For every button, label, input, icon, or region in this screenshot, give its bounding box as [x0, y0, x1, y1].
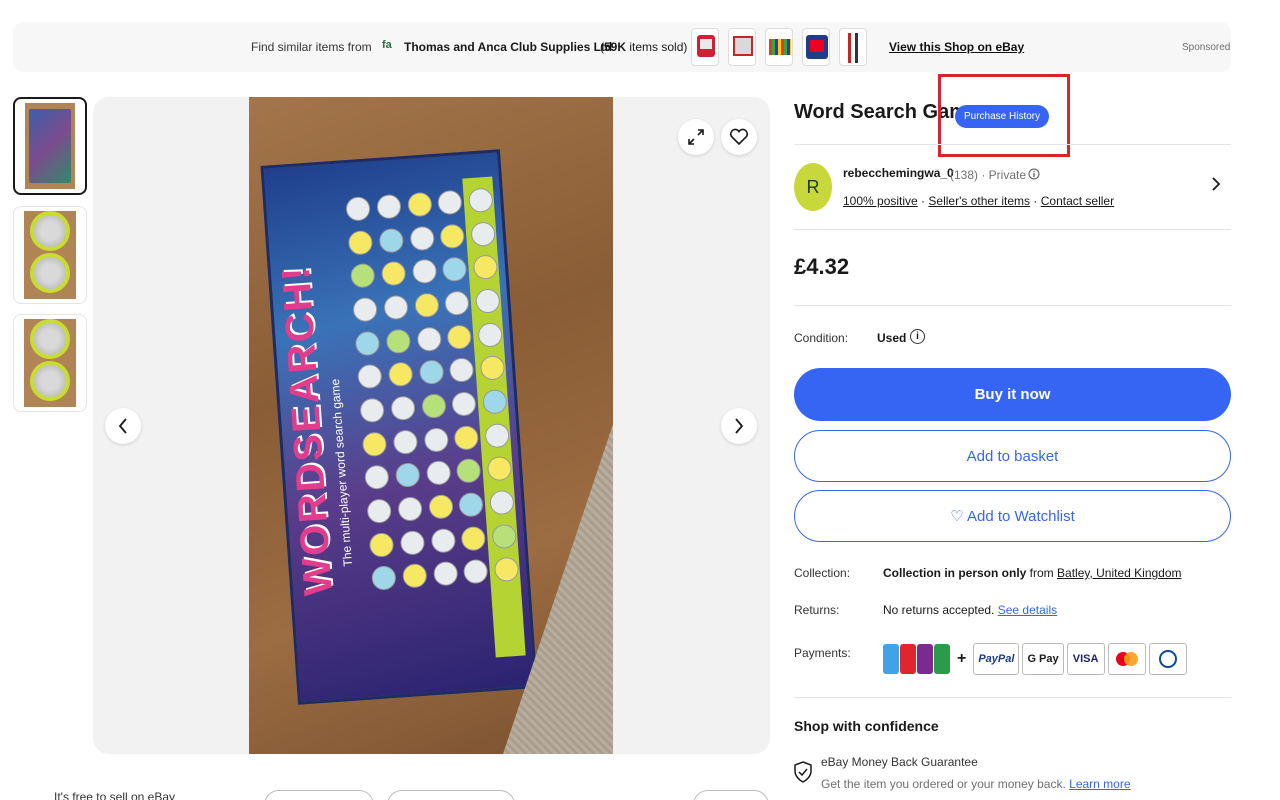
chevron-right-icon — [735, 418, 744, 434]
payments-label: Payments: — [794, 646, 851, 660]
add-to-basket-button[interactable]: Add to basket — [794, 430, 1231, 482]
similar-item-thumbnail[interactable] — [691, 28, 719, 66]
shield-check-icon — [794, 761, 812, 783]
info-icon — [1028, 168, 1040, 180]
seller-links: 100% positive · Seller's other items · C… — [843, 194, 1115, 208]
condition-label: Condition: — [794, 331, 849, 345]
divider — [794, 229, 1231, 230]
money-back-guarantee-title: eBay Money Back Guarantee — [821, 755, 978, 769]
collection-label: Collection: — [794, 566, 851, 580]
positive-feedback-link[interactable]: 100% positive — [843, 194, 918, 208]
expand-image-button[interactable] — [678, 119, 714, 155]
seller-feedback-text: (138) · Private — [950, 168, 1027, 182]
item-price: £4.32 — [794, 254, 850, 279]
google-pay-icon: G Pay — [1022, 643, 1064, 675]
similar-item-thumbnail[interactable] — [839, 28, 867, 66]
collection-value: Collection in person only from Batley, U… — [883, 566, 1182, 580]
learn-more-link[interactable]: Learn more — [1069, 777, 1130, 791]
items-sold-suffix: items sold) — [626, 40, 688, 54]
paypal-icon: PayPal — [973, 643, 1020, 675]
similar-item-thumbnail[interactable] — [802, 28, 830, 66]
seller-feedback-count: (138) · Private — [950, 168, 1040, 182]
main-image-gallery[interactable]: WORDSEARCH! The multi-player word search… — [93, 97, 770, 754]
collection-method: Collection in person only — [883, 566, 1027, 580]
similar-item-thumbnail[interactable] — [728, 28, 756, 66]
seller-other-items-link[interactable]: Seller's other items — [928, 194, 1030, 208]
returns-text: No returns accepted. — [883, 603, 995, 617]
divider — [794, 697, 1231, 698]
find-similar-label: Find similar items from — [251, 40, 372, 54]
payment-methods: + PayPal G Pay VISA — [883, 643, 1187, 675]
gallery-thumbnail-2[interactable] — [13, 206, 87, 304]
shop-with-confidence-heading: Shop with confidence — [794, 718, 939, 734]
diners-club-icon — [1148, 643, 1187, 675]
letter-tiles — [345, 187, 523, 596]
condition-value: Used — [877, 331, 907, 345]
footer-pill-button[interactable] — [387, 790, 515, 800]
gallery-thumbnail-3[interactable] — [13, 314, 87, 412]
next-image-button[interactable] — [721, 408, 757, 444]
chevron-right-icon — [1212, 177, 1221, 191]
footer-pill-button[interactable] — [264, 790, 374, 800]
returns-value: No returns accepted. See details — [883, 603, 1057, 617]
similar-item-thumbnail[interactable] — [765, 28, 793, 66]
seller-details-button[interactable] — [1211, 176, 1221, 197]
divider — [794, 305, 1231, 306]
plus-icon: + — [953, 643, 971, 675]
mastercard-icon — [1107, 643, 1146, 675]
shop-logo[interactable]: fa — [382, 39, 392, 51]
free-to-sell-text: It's free to sell on eBay — [54, 790, 176, 800]
sponsored-banner: Find similar items from fa Thomas and An… — [13, 22, 1231, 72]
divider — [794, 144, 1231, 145]
see-details-link[interactable]: See details — [998, 603, 1057, 617]
returns-label: Returns: — [794, 603, 840, 617]
items-sold-count: 59K — [604, 40, 627, 54]
collection-location-link[interactable]: Batley, United Kingdom — [1057, 566, 1182, 580]
condition-info-icon[interactable]: i — [910, 329, 925, 344]
similar-items-thumbnails — [691, 28, 867, 66]
expand-icon — [688, 129, 704, 145]
previous-image-button[interactable] — [105, 408, 141, 444]
seller-avatar[interactable]: R — [794, 163, 832, 211]
heart-icon — [729, 128, 749, 146]
money-back-guarantee-text: Get the item you ordered or your money b… — [821, 777, 1131, 791]
visa-icon: VISA — [1066, 643, 1105, 675]
add-to-watchlist-button[interactable]: ♡ Add to Watchlist — [794, 490, 1231, 542]
favourite-button[interactable] — [721, 119, 757, 155]
chevron-left-icon — [118, 418, 127, 434]
sponsored-label: Sponsored — [1182, 42, 1231, 53]
view-shop-link[interactable]: View this Shop on eBay — [889, 40, 1024, 54]
shop-name-link[interactable]: Thomas and Anca Club Supplies Ltd — [404, 40, 612, 54]
product-photo: WORDSEARCH! The multi-player word search… — [249, 97, 613, 754]
contact-seller-link[interactable]: Contact seller — [1041, 194, 1114, 208]
gallery-thumbnail-1[interactable] — [13, 97, 87, 195]
bnpl-payment-icons — [883, 643, 950, 675]
buy-it-now-button[interactable]: Buy it now — [794, 368, 1231, 421]
seller-name[interactable]: rebecchemingwa_0 — [843, 166, 954, 180]
items-sold: (59K items sold) — [600, 40, 687, 54]
footer-pill-button[interactable] — [693, 790, 769, 800]
